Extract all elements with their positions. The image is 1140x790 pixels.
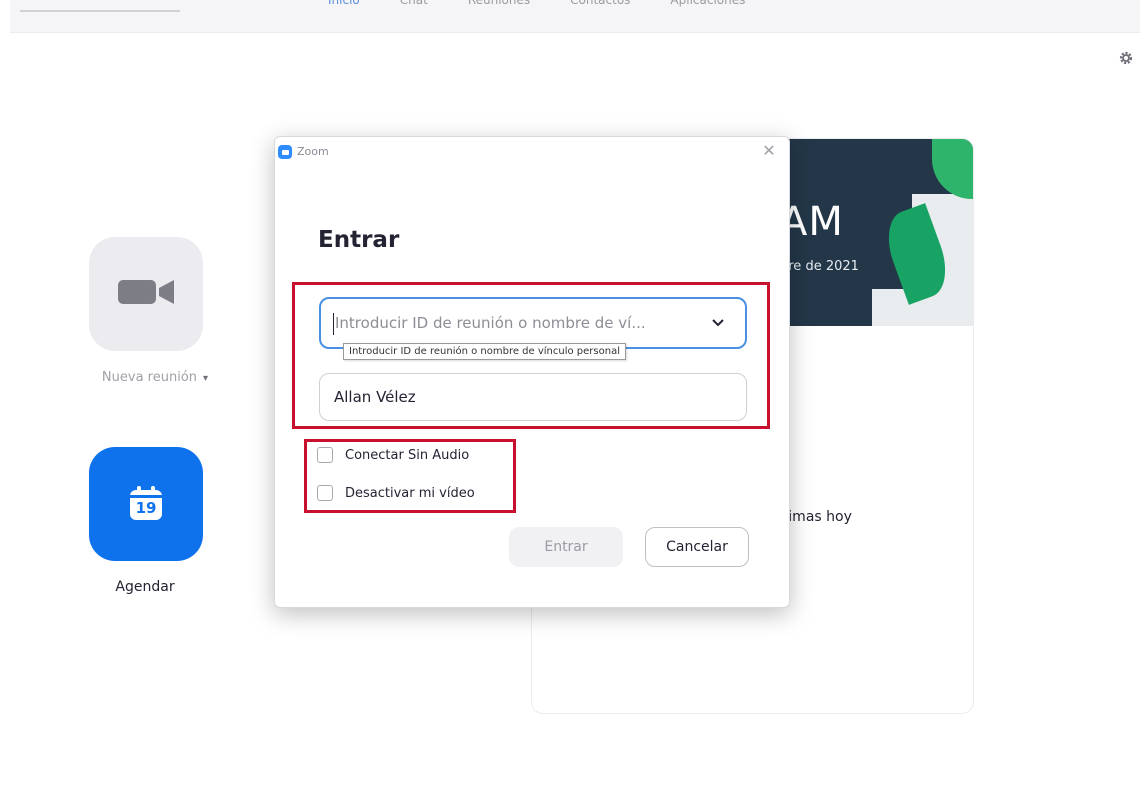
chevron-down-icon[interactable] <box>705 310 731 336</box>
calendar-icon: 19 <box>128 486 164 522</box>
new-meeting-button[interactable] <box>89 237 203 351</box>
schedule-button[interactable]: 19 <box>89 447 203 561</box>
join-button[interactable]: Entrar <box>509 527 623 567</box>
no-video-checkbox[interactable] <box>317 485 333 501</box>
dialog-app-name: Zoom <box>297 145 329 158</box>
plant-leaf <box>932 139 973 199</box>
tab-home[interactable]: Inicio <box>328 0 360 14</box>
no-video-label: Desactivar mi vídeo <box>345 485 475 501</box>
new-meeting-label[interactable]: Nueva reunión ▾ <box>80 370 230 385</box>
tab-chat[interactable]: Chat <box>400 0 428 14</box>
video-camera-icon <box>118 277 174 311</box>
calendar-day: 19 <box>135 499 157 517</box>
join-meeting-dialog: Zoom ✕ Entrar Introducir ID de reunión o… <box>274 136 790 608</box>
tab-meetings[interactable]: Reuniones <box>468 0 530 14</box>
current-date: bre de 2021 <box>780 259 859 274</box>
cancel-button[interactable]: Cancelar <box>645 527 749 567</box>
no-audio-label: Conectar Sin Audio <box>345 447 470 463</box>
no-upcoming-meetings-text: ximas hoy <box>780 509 852 525</box>
dialog-titlebar: Zoom ✕ <box>275 137 789 173</box>
search-bar-stub[interactable] <box>20 10 180 12</box>
gear-icon[interactable] <box>1116 48 1136 68</box>
display-name-input[interactable] <box>332 387 746 407</box>
close-icon[interactable]: ✕ <box>759 141 779 161</box>
tab-apps[interactable]: Aplicaciones <box>670 0 745 14</box>
display-name-field[interactable] <box>319 373 747 421</box>
meeting-id-input[interactable] <box>333 313 705 333</box>
text-cursor <box>333 313 334 335</box>
top-nav-bar: Inicio Chat Reuniones Contactos Aplicaci… <box>10 0 1140 33</box>
dialog-heading: Entrar <box>318 227 400 253</box>
no-video-option[interactable]: Desactivar mi vídeo <box>317 485 475 501</box>
meeting-id-tooltip: Introducir ID de reunión o nombre de vín… <box>343 343 626 360</box>
chevron-down-icon: ▾ <box>203 373 209 384</box>
schedule-label: Agendar <box>115 579 175 595</box>
no-audio-checkbox[interactable] <box>317 447 333 463</box>
meeting-id-combobox[interactable] <box>319 297 747 349</box>
tab-contacts[interactable]: Contactos <box>570 0 630 14</box>
zoom-app-icon <box>278 145 292 159</box>
main-tabs: Inicio Chat Reuniones Contactos Aplicaci… <box>328 0 785 22</box>
no-audio-option[interactable]: Conectar Sin Audio <box>317 447 469 463</box>
